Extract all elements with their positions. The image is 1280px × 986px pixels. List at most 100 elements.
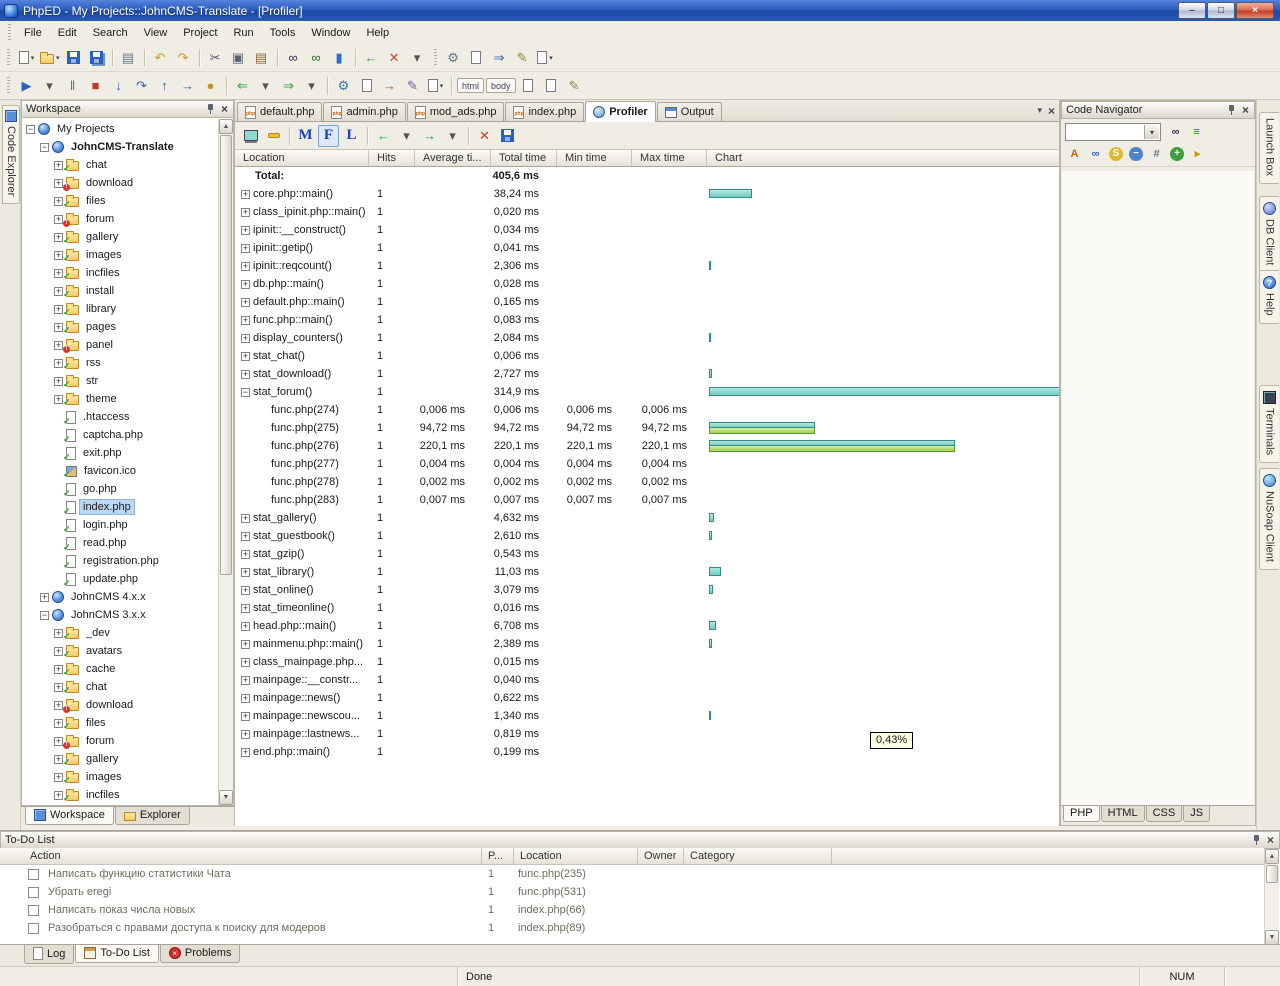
expand-box[interactable]: + (54, 773, 63, 782)
expand-box[interactable]: + (241, 352, 250, 361)
collapse-box[interactable]: − (241, 388, 250, 397)
tab-admin-php[interactable]: admin.php (323, 102, 405, 121)
expand-box[interactable]: + (54, 287, 63, 296)
delete-button[interactable]: ✕ (384, 47, 405, 69)
chart-bar[interactable] (709, 387, 1059, 396)
column-header-hits[interactable]: Hits (369, 150, 415, 166)
expand-box[interactable]: + (241, 622, 250, 631)
tree-item-forum[interactable]: +forum (22, 210, 233, 228)
scroll-up-icon[interactable] (1265, 849, 1279, 864)
tree-item-files[interactable]: +files (22, 714, 233, 732)
profiler-row[interactable]: +stat_chat()10,006 ms (235, 347, 1059, 365)
tree-item-registration-php[interactable]: registration.php (22, 552, 233, 570)
document-dropdown-button-dropdown-icon[interactable]: ▾ (440, 82, 444, 90)
profiler-row[interactable]: +ipinit::reqcount()12,306 ms (235, 257, 1059, 275)
clear-results-button[interactable]: ✕ (474, 125, 495, 147)
step-over-button[interactable]: ↷ (131, 75, 152, 97)
expand-box[interactable]: + (54, 233, 63, 242)
step-into-button[interactable]: ↓ (108, 75, 129, 97)
tree-item-install[interactable]: +install (22, 282, 233, 300)
profiler-row[interactable]: +mainpage::lastnews...10,819 ms (235, 725, 1059, 743)
publish-button[interactable]: → (379, 75, 400, 97)
copy-button[interactable]: ▣ (228, 47, 249, 69)
expand-box[interactable]: + (54, 665, 63, 674)
tree-item-str[interactable]: +str (22, 372, 233, 390)
profiler-row[interactable]: +db.php::main()10,028 ms (235, 275, 1059, 293)
tree-item-forum[interactable]: +forum (22, 732, 233, 750)
templates-button-dropdown-icon[interactable]: ▾ (549, 54, 553, 62)
tree-item-read-php[interactable]: read.php (22, 534, 233, 552)
navigator-filter-combo[interactable] (1065, 123, 1161, 141)
tree-item-rss[interactable]: +rss (22, 354, 233, 372)
stop-button[interactable]: ■ (85, 75, 106, 97)
tab-mod-ads-php[interactable]: mod_ads.php (407, 102, 505, 121)
expand-box[interactable]: + (241, 316, 250, 325)
statics-button[interactable]: S (1109, 147, 1123, 161)
tree-item-index-php[interactable]: index.php (22, 498, 233, 516)
todo-item[interactable]: Написать показ числа новых1index.php(66) (0, 901, 1264, 919)
todo-item[interactable]: Убрать eregi1func.php(531) (0, 883, 1264, 901)
go-forward-dropdown[interactable]: ▾ (301, 75, 322, 97)
collapse-button[interactable]: − (1129, 147, 1143, 161)
menu-window[interactable]: Window (303, 24, 358, 42)
line-view-button[interactable]: L (341, 125, 362, 147)
collapse-all-button[interactable] (263, 125, 284, 147)
tree-item-login-php[interactable]: login.php (22, 516, 233, 534)
profiler-row[interactable]: +head.php::main()16,708 ms (235, 617, 1059, 635)
expand-box[interactable]: + (241, 568, 250, 577)
expand-box[interactable]: + (241, 262, 250, 271)
chart-bar[interactable] (709, 422, 815, 434)
workspace-tab[interactable]: Workspace (25, 807, 114, 825)
expand-button[interactable]: + (1170, 147, 1184, 161)
profiler-row[interactable]: +ipinit::getip()10,041 ms (235, 239, 1059, 257)
tree-item-johncms-4-x-x[interactable]: +JohnCMS 4.x.x (22, 588, 233, 606)
expand-box[interactable]: + (241, 208, 250, 217)
expand-box[interactable]: + (241, 748, 250, 757)
bookmark-button[interactable]: ▮ (329, 47, 350, 69)
export-button[interactable] (466, 47, 487, 69)
print-button[interactable]: ▤ (118, 47, 139, 69)
constants-button[interactable]: # (1148, 145, 1165, 162)
edit-button[interactable]: ✎ (402, 75, 423, 97)
profiler-row[interactable]: func.php(275)194,72 ms94,72 ms94,72 ms94… (235, 419, 1059, 437)
tree-item-my-projects[interactable]: −My Projects (22, 120, 233, 138)
tree-item-johncms-translate[interactable]: −JohnCMS-Translate (22, 138, 233, 156)
profiler-row[interactable]: func.php(278)10,002 ms0,002 ms0,002 ms0,… (235, 473, 1059, 491)
save-all-button[interactable] (86, 47, 107, 69)
dock-tab-nusoap-client[interactable]: NuSoap Client (1259, 468, 1279, 570)
templates-button[interactable]: ▾ (535, 47, 556, 69)
todo-item[interactable]: Разобраться с правами доступа к поиску д… (0, 919, 1264, 937)
css-tab[interactable]: CSS (1146, 806, 1183, 822)
tree-item-incfiles[interactable]: +incfiles (22, 786, 233, 804)
expand-box[interactable]: + (241, 658, 250, 667)
column-header-location[interactable]: Location (235, 150, 369, 166)
profiler-row[interactable]: +class_ipinit.php::main()10,020 ms (235, 203, 1059, 221)
profiler-row[interactable]: +end.php::main()10,199 ms (235, 743, 1059, 761)
menu-project[interactable]: Project (175, 24, 225, 42)
close-button[interactable]: × (1236, 2, 1274, 19)
todo-checkbox[interactable] (28, 905, 39, 916)
new-file-button-dropdown-icon[interactable]: ▾ (31, 54, 35, 62)
collapse-box[interactable]: − (40, 611, 49, 620)
dock-tab-terminals[interactable]: Terminals (1259, 385, 1279, 463)
expand-box[interactable]: + (54, 323, 63, 332)
expand-box[interactable]: + (54, 251, 63, 260)
expand-box[interactable]: + (54, 359, 63, 368)
chart-bar[interactable] (709, 531, 712, 540)
minimize-button[interactable]: – (1178, 2, 1206, 19)
new-file-button[interactable]: ▾ (16, 47, 37, 69)
menu-view[interactable]: View (136, 24, 176, 42)
profiler-row[interactable]: +core.php::main()138,24 ms (235, 185, 1059, 203)
php-tab[interactable]: PHP (1063, 806, 1100, 822)
expand-box[interactable]: + (241, 514, 250, 523)
expand-box[interactable]: + (54, 161, 63, 170)
tree-item-captcha-php[interactable]: captcha.php (22, 426, 233, 444)
collapse-box[interactable]: − (40, 143, 49, 152)
explorer-tab[interactable]: Explorer (115, 807, 190, 825)
expand-box[interactable]: + (54, 215, 63, 224)
save-button[interactable] (63, 47, 84, 69)
chart-bar[interactable] (709, 440, 955, 452)
code-tools-button[interactable]: ⚙ (443, 47, 464, 69)
dock-tab-db-client[interactable]: DB Client (1259, 196, 1279, 273)
todo-checkbox[interactable] (28, 869, 39, 880)
